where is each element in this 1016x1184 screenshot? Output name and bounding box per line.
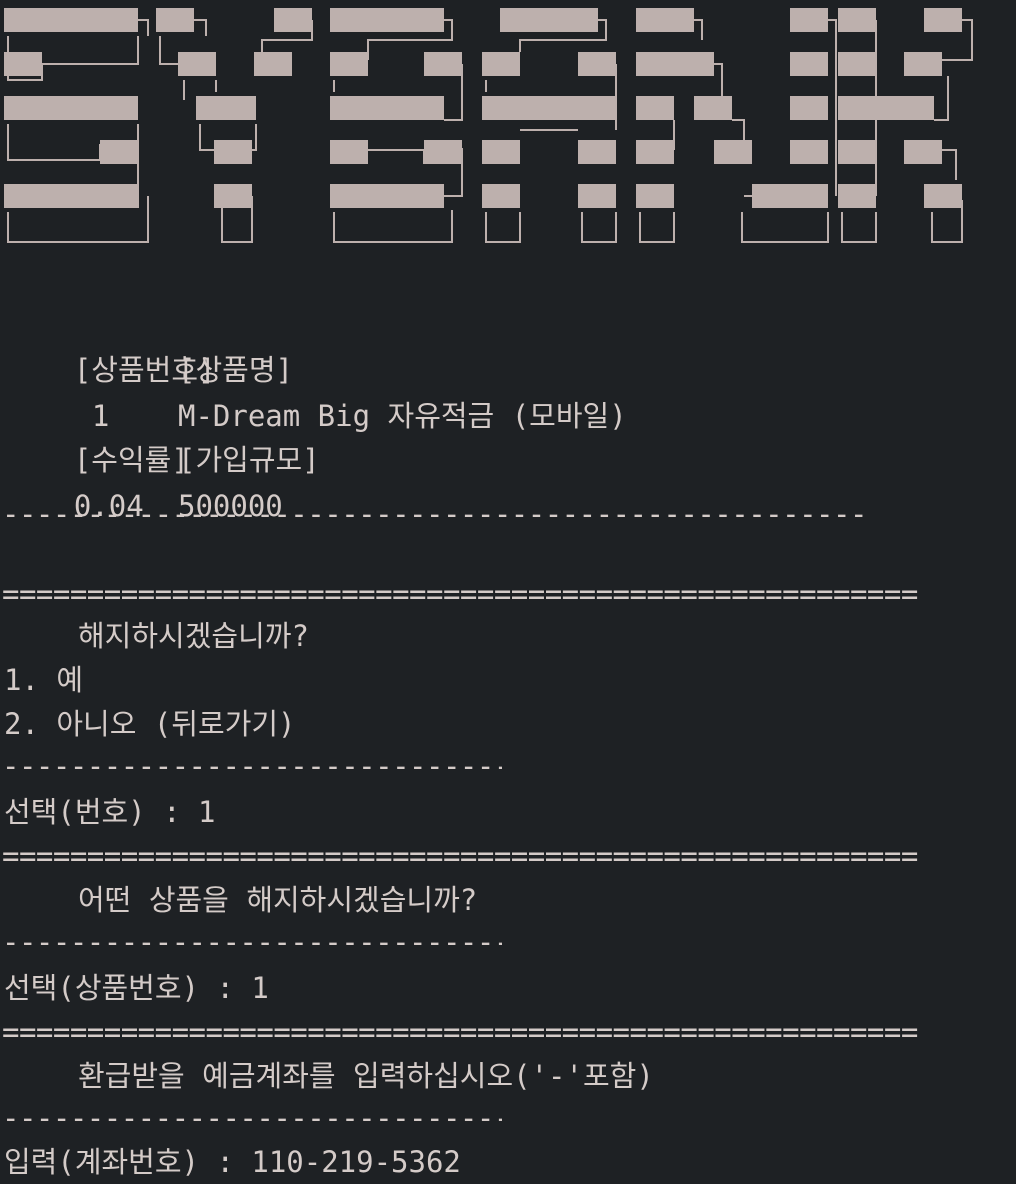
prompt-account-question: 환급받을 예금계좌를 입력하십시오('-'포함) [78,1059,654,1093]
menu-option-yes: 1. 예 [4,663,84,697]
divider-dash: --------------------------------- [2,1108,502,1128]
menu-option-no: 2. 아니오 (뒤로가기) [4,707,296,741]
product-header-row: [상품번호] [상품명] [4,304,293,387]
select-product-input-line[interactable]: 선택(상품번호) : 1 [4,966,269,1010]
prompt-product-question: 어떤 상품을 해지하시겠습니까? [78,883,478,917]
account-number-input-line[interactable]: 입력(계좌번호) : 110-219-5362 [4,1140,461,1184]
product-detail-row: 0.04 500000 [4,440,283,523]
banner-art [4,8,973,243]
terminal-window[interactable]: [상품번호] [상품명] 1 M-Dream Big 자유적금 (모바일) [수익률… [0,0,1016,1184]
product-detail-header-row: [수익률] [가입규모] [4,394,320,477]
divider-equals: ========================================… [2,584,918,604]
divider-equals: ========================================… [2,1022,918,1042]
product-row: 1 M-Dream Big 자유적금 (모바일) [4,350,627,433]
header-product-name: [상품명] [178,353,293,387]
select-number-input-line[interactable]: 선택(번호) : 1 [4,790,215,834]
divider-dash: ----------------------------------------… [2,504,868,524]
divider-dash: --------------------------------- [2,756,502,776]
divider-equals: ========================================… [2,846,918,866]
header-scale: [가입규모] [178,443,320,477]
ascii-banner [0,0,1016,260]
prompt-cancel-question: 해지하시겠습니까? [78,619,309,653]
divider-dash: --------------------------------- [2,932,502,952]
product-name: M-Dream Big 자유적금 (모바일) [178,399,627,433]
